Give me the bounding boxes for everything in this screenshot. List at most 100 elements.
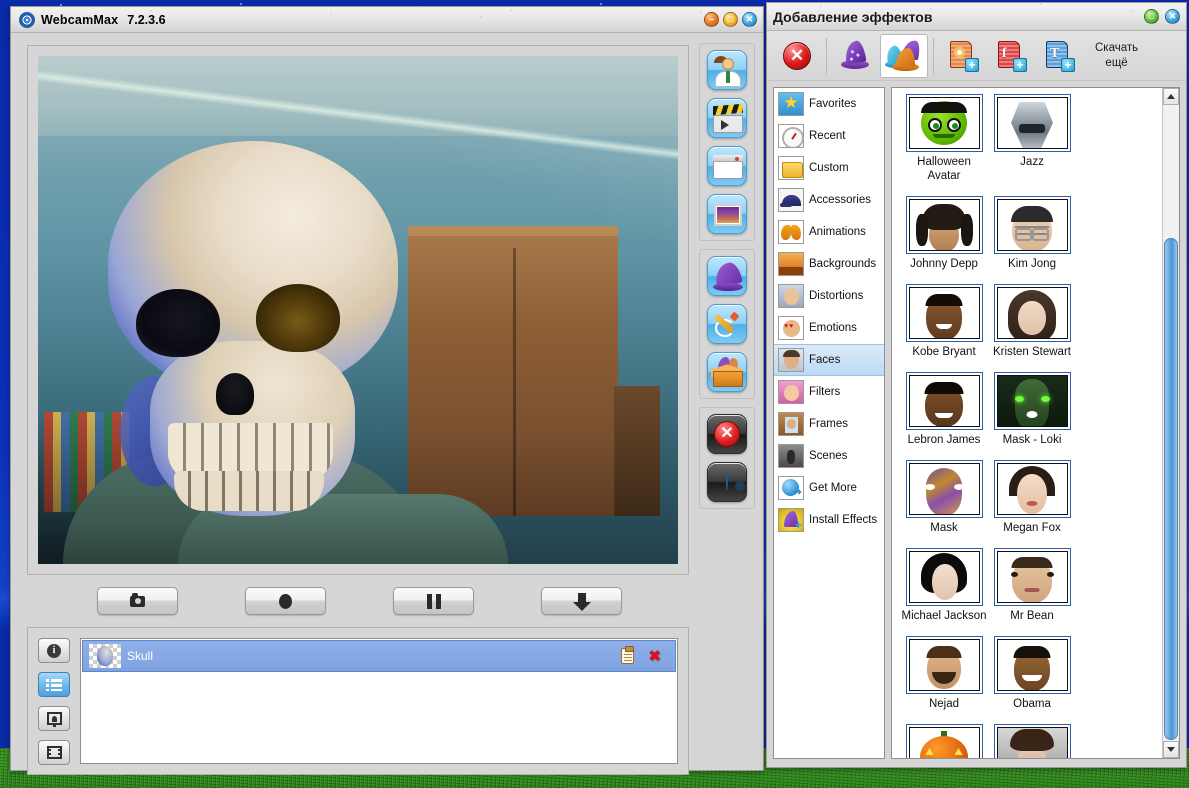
- category-item-filters[interactable]: Filters: [774, 376, 884, 408]
- category-item-backgrounds[interactable]: Backgrounds: [774, 248, 884, 280]
- category-item-custom[interactable]: Custom: [774, 152, 884, 184]
- effect-label: Jazz: [1020, 156, 1044, 168]
- kobe-icon: [909, 288, 979, 338]
- category-item-scenes[interactable]: Scenes: [774, 440, 884, 472]
- info-button[interactable]: i: [38, 638, 70, 663]
- main-titlebar: WebcamMax 7.2.3.6 – □ ✕: [11, 7, 763, 33]
- video-button[interactable]: [707, 98, 747, 138]
- effect-cell-mask[interactable]: Mask: [900, 460, 988, 535]
- minimize-button[interactable]: –: [704, 12, 719, 27]
- exit-button[interactable]: ✕: [707, 414, 747, 454]
- sky-star: [1040, 3, 1042, 5]
- film-button[interactable]: [38, 740, 70, 765]
- effects-button[interactable]: [707, 256, 747, 296]
- snapshot-button[interactable]: [97, 587, 178, 615]
- category-item-get-more[interactable]: Get More: [774, 472, 884, 504]
- window-button[interactable]: [707, 146, 747, 186]
- multi-effect-button[interactable]: [880, 33, 928, 78]
- info-icon: i: [47, 643, 61, 658]
- category-item-favorites[interactable]: Favorites: [774, 88, 884, 120]
- category-label: Accessories: [809, 194, 871, 206]
- effect-cell-pumpkin-head[interactable]: Pumpkin Head: [900, 724, 988, 758]
- add-text-button[interactable]: T +: [1035, 34, 1083, 78]
- effect-thumbnail: [993, 284, 1071, 342]
- maximize-button[interactable]: □: [723, 12, 738, 27]
- effect-label: Obama: [1013, 698, 1051, 710]
- pause-button[interactable]: [393, 587, 474, 615]
- active-effects-list[interactable]: Skull ✖: [80, 638, 678, 764]
- effect-cell-michael-jackson[interactable]: Michael Jackson: [900, 548, 988, 623]
- nejad-icon: [909, 640, 979, 690]
- sky-star: [880, 15, 882, 17]
- effects-close-button[interactable]: ✕: [1165, 9, 1180, 24]
- webcam-preview-video[interactable]: [38, 56, 678, 564]
- add-flash-button[interactable]: f +: [987, 34, 1035, 78]
- folder-icon: [778, 156, 804, 180]
- preview-ceiling: [38, 56, 678, 136]
- effect-cell-johnny-depp[interactable]: Johnny Depp: [900, 196, 988, 271]
- effect-cell-megan-fox[interactable]: Megan Fox: [988, 460, 1076, 535]
- settings-button[interactable]: [707, 462, 747, 502]
- clapperboard-icon: [708, 99, 746, 137]
- pumpkin-icon: [909, 728, 979, 758]
- download-button[interactable]: [541, 587, 622, 615]
- effect-cell-obama[interactable]: Obama: [988, 636, 1076, 711]
- cancel-effects-button[interactable]: ✕: [773, 34, 821, 78]
- butterfly-icon: [778, 220, 804, 244]
- properties-icon[interactable]: [621, 646, 635, 664]
- picture-button[interactable]: [38, 706, 70, 731]
- download-more-button[interactable]: Скачать ещё: [1095, 41, 1138, 71]
- remove-icon[interactable]: ✖: [648, 649, 661, 664]
- effect-thumbnail-image: [996, 97, 1068, 149]
- effect-cell-kobe-bryant[interactable]: Kobe Bryant: [900, 284, 988, 359]
- skull-lower-teeth: [174, 471, 324, 511]
- scroll-down-arrow[interactable]: [1163, 741, 1179, 758]
- effects-category-list[interactable]: Favorites Recent Custom Accessories Animatio…: [773, 87, 885, 759]
- add-image-button[interactable]: +: [939, 34, 987, 78]
- effect-cell-kristen-stewart[interactable]: Kristen Stewart: [988, 284, 1076, 359]
- window-icon: [708, 147, 746, 185]
- list-item[interactable]: Skull ✖: [82, 640, 676, 672]
- scrollbar-thumb[interactable]: [1164, 238, 1178, 740]
- effect-cell-mask-loki[interactable]: Mask - Loki: [988, 372, 1076, 447]
- category-item-faces[interactable]: Faces: [774, 344, 884, 376]
- category-item-install-effects[interactable]: Install Effects: [774, 504, 884, 536]
- effects-maximize-button[interactable]: □: [1144, 9, 1159, 24]
- category-item-recent[interactable]: Recent: [774, 120, 884, 152]
- effect-thumbnail-image: [908, 375, 980, 427]
- rail-group-system: ✕: [699, 407, 755, 509]
- single-effect-button[interactable]: [832, 34, 880, 78]
- effect-cell-robert-pattinson[interactable]: Robert Pattinson: [988, 724, 1076, 758]
- draw-button[interactable]: [707, 304, 747, 344]
- category-item-distortions[interactable]: Distortions: [774, 280, 884, 312]
- effect-cell-halloween-avatar[interactable]: Halloween Avatar: [900, 94, 988, 183]
- preview-shelf: [614, 386, 660, 516]
- effect-cell-kim-jong[interactable]: Kim Jong: [988, 196, 1076, 271]
- package-button[interactable]: [707, 352, 747, 392]
- category-item-animations[interactable]: Animations: [774, 216, 884, 248]
- desert-icon: [778, 252, 804, 276]
- sky-star: [820, 5, 822, 7]
- close-button[interactable]: ✕: [742, 12, 757, 27]
- pink-face-icon: [778, 380, 804, 404]
- effect-cell-jazz[interactable]: Jazz: [988, 94, 1076, 183]
- jazz-icon: [997, 98, 1067, 148]
- avatar-button[interactable]: [707, 50, 747, 90]
- effect-thumbnail: [905, 372, 983, 430]
- effect-cell-lebron-james[interactable]: Lebron James: [900, 372, 988, 447]
- effect-cell-nejad[interactable]: Nejad: [900, 636, 988, 711]
- category-item-emotions[interactable]: Emotions: [774, 312, 884, 344]
- effect-cell-mr-bean[interactable]: Mr Bean: [988, 548, 1076, 623]
- category-item-accessories[interactable]: Accessories: [774, 184, 884, 216]
- record-button[interactable]: [245, 587, 326, 615]
- gallery-button[interactable]: [707, 194, 747, 234]
- minimize-glyph: –: [708, 14, 714, 24]
- effects-grid[interactable]: Halloween Avatar Jazz Johnny Depp Kim Jong K…: [892, 88, 1162, 758]
- effect-label: Kristen Stewart: [993, 346, 1071, 358]
- effects-scrollbar[interactable]: [1162, 88, 1179, 758]
- scroll-up-arrow[interactable]: [1163, 88, 1179, 105]
- category-item-frames[interactable]: Frames: [774, 408, 884, 440]
- red-cancel-icon: ✕: [783, 41, 811, 70]
- list-view-button[interactable]: [38, 672, 70, 697]
- effect-thumbnail: [993, 460, 1071, 518]
